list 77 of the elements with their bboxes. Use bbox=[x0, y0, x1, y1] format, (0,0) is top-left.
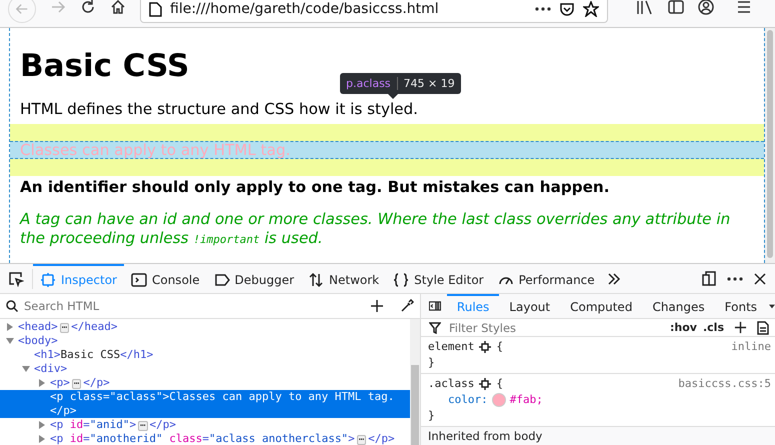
dom-node[interactable]: <p> ⋯ </p> bbox=[50, 376, 410, 390]
eyedropper-icon[interactable] bbox=[400, 299, 414, 313]
reload-icon[interactable] bbox=[80, 0, 96, 14]
sidebar-tab[interactable]: Fonts bbox=[714, 294, 768, 318]
highlighted-paragraph: Classes can apply to any HTML tag. bbox=[10, 124, 764, 176]
inspector-icon bbox=[40, 272, 56, 288]
crosshair-icon[interactable] bbox=[479, 378, 492, 390]
devtools-tab[interactable]: Debugger bbox=[206, 264, 302, 293]
filter-icon bbox=[429, 322, 441, 334]
rule-source-link[interactable]: inline bbox=[731, 339, 771, 355]
expanded-arrow-icon[interactable] bbox=[22, 365, 30, 373]
document-icon bbox=[149, 2, 162, 16]
dom-node[interactable]: <h1>Basic CSS</h1> bbox=[34, 348, 410, 362]
add-icon[interactable] bbox=[370, 299, 384, 313]
scrollbar[interactable] bbox=[764, 28, 775, 263]
sidebar-tab[interactable]: Changes bbox=[642, 294, 715, 318]
network-icon bbox=[308, 272, 324, 288]
document-icon[interactable] bbox=[757, 320, 769, 334]
collapsed-arrow-icon[interactable] bbox=[38, 435, 46, 443]
css-selector: .aclass bbox=[428, 376, 474, 392]
element-picker-icon[interactable] bbox=[8, 270, 24, 286]
dom-node[interactable]: <body> bbox=[18, 334, 410, 348]
dom-node[interactable]: <head> ⋯ </head> bbox=[18, 320, 410, 334]
open-brace: { bbox=[496, 376, 503, 392]
css-selector: element bbox=[428, 339, 474, 355]
devtools-tab[interactable]: Console bbox=[124, 264, 207, 293]
css-value: #fab; bbox=[510, 392, 543, 408]
chevron-icon[interactable] bbox=[606, 270, 622, 286]
pocket-icon[interactable] bbox=[559, 1, 575, 17]
url-field[interactable]: file:///home/gareth/code/basiccss.html bbox=[140, 0, 608, 22]
account-icon[interactable] bbox=[698, 0, 714, 14]
toggle-button[interactable]: :hov bbox=[670, 321, 697, 334]
devtools-tab[interactable]: Network bbox=[301, 264, 386, 293]
devtools-tab[interactable]: Performance bbox=[490, 264, 602, 293]
sidebar-toggle-icon[interactable] bbox=[429, 300, 441, 312]
collapsed-arrow-icon[interactable] bbox=[38, 421, 46, 429]
more-icon[interactable] bbox=[727, 276, 743, 280]
search-field[interactable]: Search HTML bbox=[22, 298, 366, 314]
toggle-button[interactable]: .cls bbox=[702, 321, 724, 334]
console-icon bbox=[130, 272, 147, 288]
menu-icon[interactable] bbox=[736, 0, 752, 14]
css-property: color: bbox=[448, 392, 488, 408]
dom-node[interactable]: <p id="anid"> ⋯ </p> bbox=[50, 418, 410, 432]
star-icon[interactable] bbox=[583, 1, 599, 17]
debugger-icon bbox=[214, 272, 230, 288]
sidebar-tab[interactable]: Layout bbox=[499, 294, 560, 318]
expanded-arrow-icon[interactable] bbox=[6, 337, 14, 345]
devtools-tab[interactable]: Style Editor bbox=[386, 264, 491, 293]
library-icon[interactable] bbox=[636, 0, 654, 14]
close-brace: } bbox=[428, 355, 436, 371]
open-brace: { bbox=[496, 339, 503, 355]
crosshair-icon[interactable] bbox=[479, 341, 492, 353]
more-icon[interactable] bbox=[535, 7, 551, 11]
page-heading: Basic CSS bbox=[20, 48, 190, 84]
dom-node[interactable]: <div> bbox=[34, 362, 410, 376]
paragraph: A tag can have an id and one or more classes. Where the last class overrides any attribute in the proceeding unless !important is used. bbox=[20, 210, 732, 249]
add-icon[interactable] bbox=[734, 321, 747, 334]
collapsed-arrow-icon[interactable] bbox=[6, 323, 14, 331]
paragraph: HTML defines the structure and CSS how it is styled. bbox=[20, 100, 419, 118]
close-icon[interactable] bbox=[753, 272, 767, 286]
dom-node[interactable]: <p id="anotherid" class="aclass anotherclass"> ⋯ </p> bbox=[50, 432, 410, 445]
dropdown-icon[interactable] bbox=[769, 304, 775, 308]
scrollbar[interactable] bbox=[410, 319, 420, 445]
home-icon[interactable] bbox=[110, 0, 126, 14]
color-swatch[interactable] bbox=[492, 393, 506, 407]
rule-source-link[interactable]: basiccss.css:5 bbox=[678, 376, 771, 392]
paragraph: An identifier should only apply to one tag. But mistakes can happen. bbox=[20, 178, 610, 196]
section-header: Inherited from body bbox=[421, 427, 775, 445]
responsive-design-icon[interactable] bbox=[701, 270, 717, 286]
sidebar-icon[interactable] bbox=[668, 0, 684, 14]
element-tooltip: p.aclass 745 × 19 bbox=[340, 73, 461, 99]
braces-icon bbox=[393, 272, 410, 288]
close-brace: } bbox=[428, 408, 436, 424]
search-icon bbox=[6, 300, 18, 312]
collapsed-arrow-icon[interactable] bbox=[38, 379, 46, 387]
sidebar-tab[interactable]: Computed bbox=[560, 294, 642, 318]
back-arrow-icon bbox=[15, 2, 29, 16]
